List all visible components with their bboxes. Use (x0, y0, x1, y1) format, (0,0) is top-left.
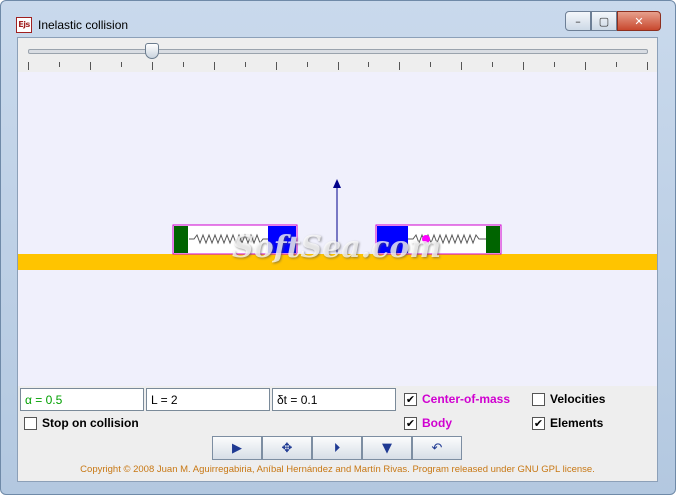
body-label: Body (422, 416, 452, 430)
slider-tick (121, 62, 122, 67)
slider-tick (276, 62, 277, 70)
slider-tick (90, 62, 91, 70)
app-window: Ejs Inelastic collision – ▢ ✕ SoftSea.co… (0, 0, 676, 495)
step-button[interactable]: ⏵ (312, 436, 362, 460)
center-of-mass-check-icon: ✔ (404, 392, 417, 406)
center-of-mass-label: Center-of-mass (422, 392, 511, 406)
elements-checkbox[interactable]: ✔ Elements (532, 416, 603, 430)
slider-tick (183, 62, 184, 67)
play-icon: ▶ (232, 440, 242, 456)
center-of-mass-checkbox[interactable]: ✔ Center-of-mass (404, 392, 510, 406)
copyright-footer: Copyright © 2008 Juan M. Aguirregabiria,… (80, 464, 595, 475)
slider-tick (461, 62, 462, 70)
slider-tick (585, 62, 586, 70)
watermark: SoftSea.com (232, 230, 442, 265)
window-controls: – ▢ ✕ (565, 11, 661, 31)
chevron-down-icon: ▼ (382, 440, 392, 456)
step-both-button[interactable]: ✥ (262, 436, 312, 460)
slider-tick (59, 62, 60, 67)
slider-tick (399, 62, 400, 70)
slider-tick (616, 62, 617, 67)
simulation-drawing (18, 179, 657, 270)
reset-icon: ↶ (431, 440, 443, 456)
velocities-label: Velocities (550, 392, 606, 406)
title-bar[interactable]: Ejs Inelastic collision – ▢ ✕ (1, 1, 675, 37)
length-field[interactable] (146, 388, 270, 411)
time-step-field[interactable] (272, 388, 396, 411)
slider-tick (368, 62, 369, 67)
slider-tick (152, 62, 153, 70)
stop-on-collision-check-icon (24, 416, 37, 430)
simulation-canvas[interactable]: SoftSea.com (18, 72, 657, 386)
client-area: SoftSea.com ✔ Center-of-mass Velocities … (17, 37, 658, 482)
elements-check-icon: ✔ (532, 416, 545, 430)
down-button[interactable]: ▼ (362, 436, 412, 460)
slider-tick (430, 62, 431, 67)
app-logo-icon: Ejs (16, 17, 32, 33)
stop-on-collision-label: Stop on collision (42, 416, 139, 430)
control-panel: ✔ Center-of-mass Velocities Stop on coll… (18, 386, 657, 481)
reset-button[interactable]: ↶ (412, 436, 462, 460)
step-icon: ⏵ (333, 440, 341, 456)
stop-on-collision-checkbox[interactable]: Stop on collision (24, 416, 139, 430)
time-slider-panel (18, 38, 657, 72)
slider-tick (338, 62, 339, 70)
velocities-checkbox[interactable]: Velocities (532, 392, 605, 406)
time-slider-thumb[interactable] (145, 43, 159, 59)
slider-tick (307, 62, 308, 67)
play-button[interactable]: ▶ (212, 436, 262, 460)
window-title: Inelastic collision (38, 18, 129, 32)
body-checkbox[interactable]: ✔ Body (404, 416, 452, 430)
left-body-end-block (174, 226, 188, 253)
velocities-check-icon (532, 392, 545, 406)
right-body-end-block (486, 226, 500, 253)
slider-tick (492, 62, 493, 67)
slider-tick (554, 62, 555, 67)
slider-tick (214, 62, 215, 70)
slider-ticks (28, 62, 648, 70)
elements-label: Elements (550, 416, 604, 430)
step-both-icon: ✥ (281, 440, 293, 456)
slider-tick (647, 62, 648, 70)
time-slider-track[interactable] (28, 49, 648, 54)
center-of-mass-arrow-head (333, 179, 341, 188)
close-button[interactable]: ✕ (617, 11, 661, 31)
minimize-button[interactable]: – (565, 11, 591, 31)
maximize-button[interactable]: ▢ (591, 11, 617, 31)
slider-tick (245, 62, 246, 67)
body-check-icon: ✔ (404, 416, 417, 430)
playback-toolbar: ▶ ✥ ⏵ ▼ ↶ (212, 436, 462, 460)
alpha-field[interactable] (20, 388, 144, 411)
slider-tick (28, 62, 29, 70)
slider-tick (523, 62, 524, 70)
